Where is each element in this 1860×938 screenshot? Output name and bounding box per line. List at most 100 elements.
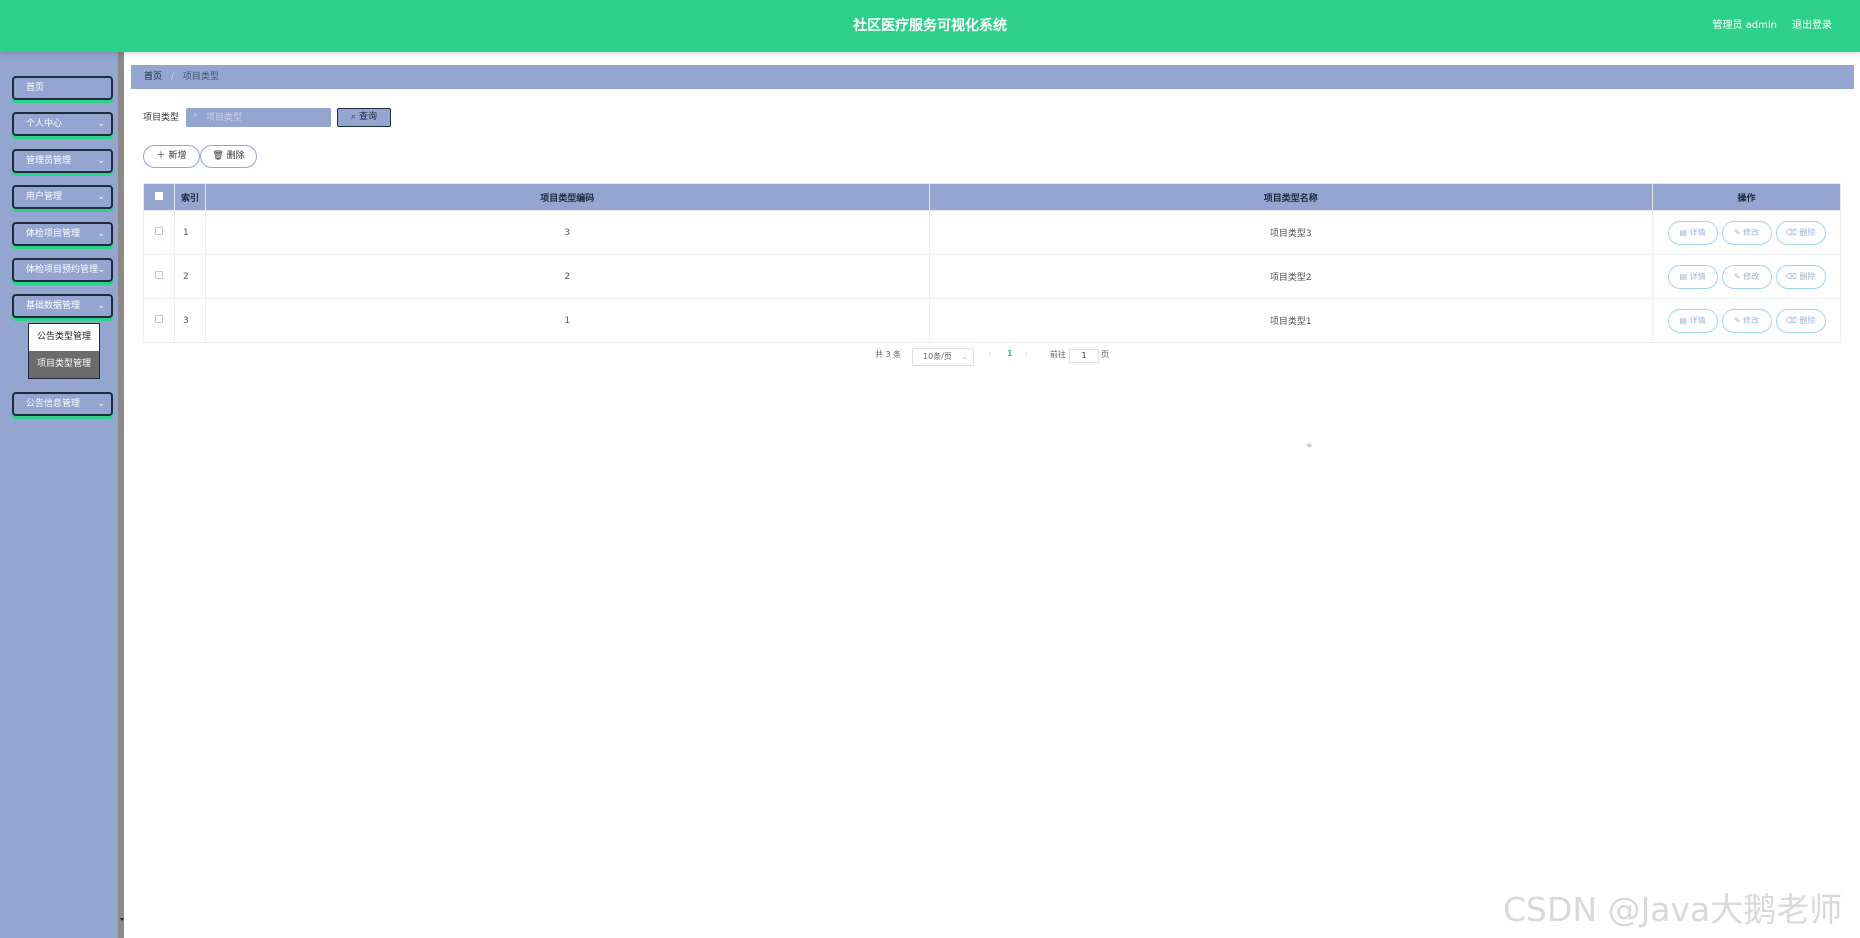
sidebar-item-user-management[interactable]: 用户管理 ⌄ xyxy=(12,185,113,209)
pagination-total: 共 3 条 xyxy=(875,350,902,359)
row-select-cell[interactable] xyxy=(143,298,175,343)
detail-button[interactable]: ▤ 详情 xyxy=(1667,264,1718,289)
row-code: 2 xyxy=(205,254,930,299)
chevron-down-icon: ⌄ xyxy=(97,192,105,202)
edit-button[interactable]: ✎ 修改 xyxy=(1721,308,1772,333)
prev-page-icon[interactable]: ‹ xyxy=(988,349,991,358)
sidebar-item-label: 个人中心 xyxy=(26,119,63,129)
row-checkbox[interactable] xyxy=(154,315,163,323)
chevron-down-icon: ⌄ xyxy=(97,265,105,275)
row-index: 1 xyxy=(174,210,206,255)
scroll-down-arrow-icon[interactable] xyxy=(120,918,124,921)
row-actions: ▤ 详情 ✎ 修改 ⌫ 删除 xyxy=(1652,210,1841,255)
row-checkbox[interactable] xyxy=(154,227,163,235)
row-name: 项目类型1 xyxy=(929,298,1654,343)
row-name: 项目类型3 xyxy=(929,210,1654,255)
sidebar-item-label: 公告信息管理 xyxy=(26,399,81,409)
detail-button-label: 详情 xyxy=(1689,227,1706,237)
column-header-actions: 操作 xyxy=(1652,183,1841,211)
edit-button-label: 修改 xyxy=(1743,227,1760,237)
bulk-delete-button[interactable]: 🗑 删除 xyxy=(200,145,257,168)
sidebar-item-admin-management[interactable]: 管理员管理 ⌄ xyxy=(12,149,113,173)
sidebar-item-label: 体检项目预约管理 xyxy=(26,265,99,275)
search-icon: ⌕ xyxy=(193,110,199,120)
logout-link[interactable]: 退出登录 xyxy=(1792,0,1832,52)
top-header: 社区医疗服务可视化系统 管理员 admin 退出登录 xyxy=(0,0,1860,52)
breadcrumb-home[interactable]: 首页 xyxy=(144,72,162,82)
edit-button-label: 修改 xyxy=(1743,271,1760,281)
delete-button-label: 删除 xyxy=(1799,227,1816,237)
column-header-code: 项目类型编码 xyxy=(204,183,930,211)
sidebar-item-home[interactable]: 首页 xyxy=(12,76,113,100)
delete-button[interactable]: ⌫ 删除 xyxy=(1775,220,1826,245)
sidebar-scrollbar[interactable] xyxy=(118,52,124,938)
detail-button[interactable]: ▤ 详情 xyxy=(1667,308,1718,333)
app-title: 社区医疗服务可视化系统 xyxy=(853,18,1007,34)
row-index: 2 xyxy=(174,254,206,299)
project-type-table: 索引 项目类型编码 项目类型名称 操作 1 3 项目类型3 ▤ 详情 ✎ 修改 ⌫ … xyxy=(143,183,1841,343)
trash-icon: ⌫ xyxy=(1785,315,1797,325)
breadcrumb: 首页 / 项目类型 xyxy=(131,65,1854,89)
chevron-down-icon: ⌄ xyxy=(961,352,968,361)
document-icon: ▤ xyxy=(1679,227,1688,237)
add-button-label: 新增 xyxy=(168,151,187,161)
watermark: CSDN @Java大鹅老师 xyxy=(1503,890,1843,929)
page-number-current[interactable]: 1 xyxy=(1007,349,1013,358)
select-all-cell[interactable] xyxy=(143,183,175,211)
detail-button-label: 详情 xyxy=(1689,315,1706,325)
row-select-cell[interactable] xyxy=(143,210,175,255)
delete-button-label: 删除 xyxy=(1799,315,1816,325)
breadcrumb-separator: / xyxy=(170,72,174,82)
search-icon: ⌕ xyxy=(351,112,357,122)
delete-button[interactable]: ⌫ 删除 xyxy=(1775,308,1826,333)
breadcrumb-current: 项目类型 xyxy=(182,72,219,82)
sidebar-item-label: 基础数据管理 xyxy=(26,301,81,311)
column-header-index: 索引 xyxy=(173,183,206,211)
sidebar-item-basic-data[interactable]: 基础数据管理 ⌄ xyxy=(12,294,113,318)
edit-button-label: 修改 xyxy=(1743,315,1760,325)
query-button[interactable]: ⌕ 查询 xyxy=(337,108,391,127)
trash-icon: ⌫ xyxy=(1785,227,1797,237)
mouse-cursor-icon: ⌖ xyxy=(1306,438,1313,452)
sidebar-item-checkup-booking[interactable]: 体检项目预约管理 ⌄ xyxy=(12,258,113,282)
search-label: 项目类型 xyxy=(143,113,180,123)
goto-label: 前往 xyxy=(1050,350,1066,359)
chevron-down-icon: ⌄ xyxy=(97,229,105,239)
row-actions: ▤ 详情 ✎ 修改 ⌫ 删除 xyxy=(1652,254,1841,299)
row-select-cell[interactable] xyxy=(143,254,175,299)
document-icon: ▤ xyxy=(1679,271,1688,281)
chevron-down-icon: ⌄ xyxy=(97,399,105,409)
row-code: 1 xyxy=(205,298,930,343)
trash-icon: 🗑 xyxy=(212,151,224,161)
page-size-select[interactable]: 10条/页 ⌄ xyxy=(912,348,974,366)
edit-button[interactable]: ✎ 修改 xyxy=(1721,220,1772,245)
submenu-item-notice-type[interactable]: 公告类型管理 xyxy=(29,324,99,351)
search-input[interactable] xyxy=(186,108,331,127)
sidebar-item-personal-center[interactable]: 个人中心 ⌄ xyxy=(12,112,113,136)
edit-button[interactable]: ✎ 修改 xyxy=(1721,264,1772,289)
detail-button[interactable]: ▤ 详情 xyxy=(1667,220,1718,245)
document-icon: ▤ xyxy=(1679,315,1688,325)
next-page-icon[interactable]: › xyxy=(1025,349,1028,358)
table-row: 3 1 项目类型1 ▤ 详情 ✎ 修改 ⌫ 删除 xyxy=(143,298,1841,343)
row-code: 3 xyxy=(205,210,930,255)
submenu-item-project-type[interactable]: 项目类型管理 xyxy=(29,351,99,378)
row-checkbox[interactable] xyxy=(154,271,163,279)
sidebar-item-checkup-project[interactable]: 体检项目管理 ⌄ xyxy=(12,222,113,246)
current-user: 管理员 admin xyxy=(1712,20,1777,31)
sidebar-item-label: 用户管理 xyxy=(26,192,63,202)
sidebar-item-notice-info[interactable]: 公告信息管理 ⌄ xyxy=(12,392,113,416)
pencil-icon: ✎ xyxy=(1733,271,1741,281)
detail-button-label: 详情 xyxy=(1689,271,1706,281)
row-actions: ▤ 详情 ✎ 修改 ⌫ 删除 xyxy=(1652,298,1841,343)
page-suffix: 页 xyxy=(1101,350,1109,359)
basic-data-submenu: 公告类型管理 项目类型管理 xyxy=(28,323,100,379)
add-button[interactable]: ＋ 新增 xyxy=(143,145,200,168)
plus-icon: ＋ xyxy=(156,151,166,161)
select-all-checkbox[interactable] xyxy=(154,191,163,200)
goto-page-input[interactable]: 1 xyxy=(1069,349,1099,363)
delete-button[interactable]: ⌫ 删除 xyxy=(1775,264,1826,289)
chevron-down-icon: ⌄ xyxy=(97,301,105,311)
query-button-label: 查询 xyxy=(358,112,377,122)
pencil-icon: ✎ xyxy=(1733,315,1741,325)
